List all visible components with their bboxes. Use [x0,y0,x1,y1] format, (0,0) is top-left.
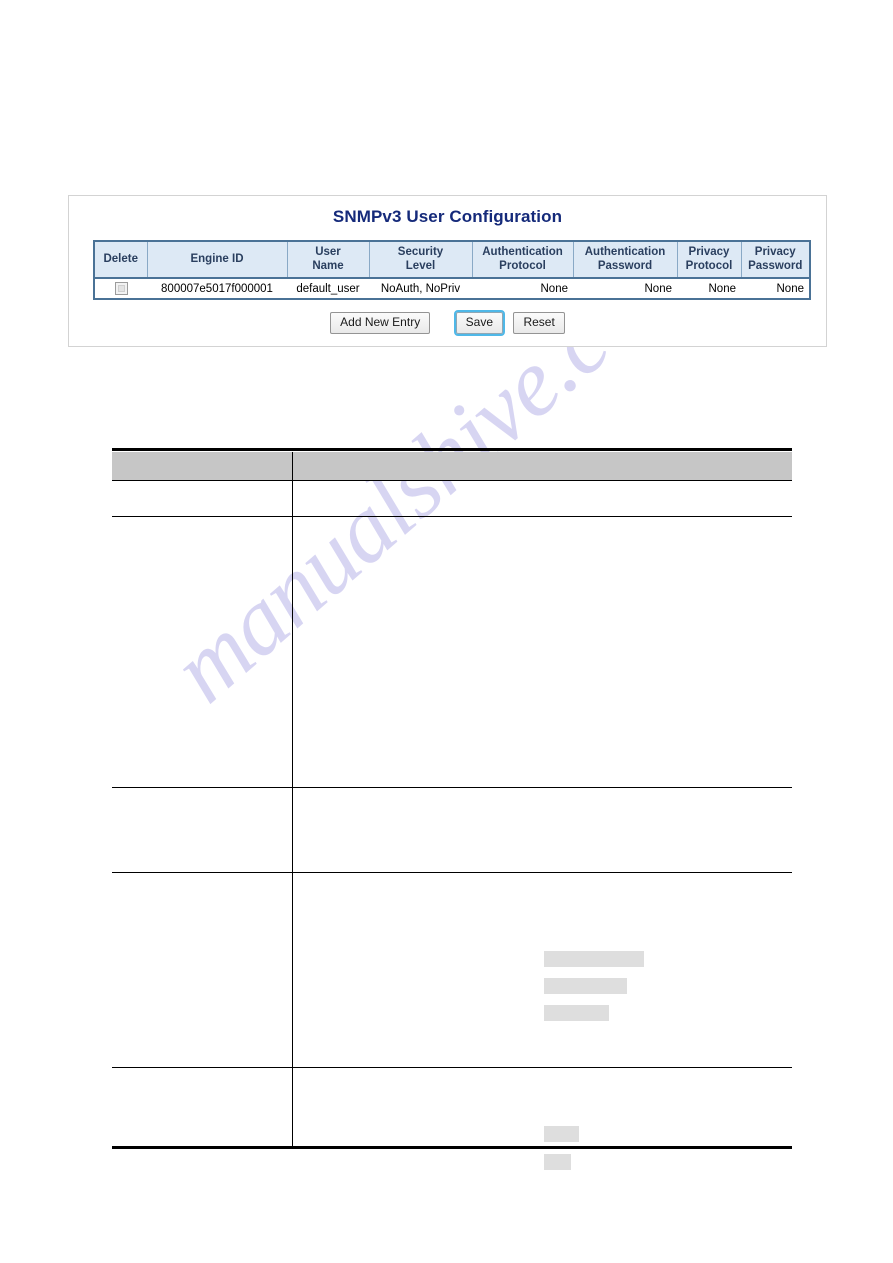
column-header-privacy-protocol-line2: Protocol [685,259,733,272]
column-header-privacy-password: Privacy Password [741,241,810,280]
row-description-cell [293,517,792,787]
column-header-user-name: User Name [287,241,370,280]
reset-button[interactable]: Reset [513,312,565,334]
redacted-placeholder-bar [544,978,627,994]
column-header-engine-id: Engine ID [147,241,288,280]
column-header-user-name-line2: Name [312,259,344,272]
row-object-cell [112,517,293,787]
row-description-cell [293,481,792,516]
row-description-cell [293,873,792,1067]
redacted-placeholder-bar [544,951,644,967]
cell-auth-password: None [573,278,677,300]
column-header-engine-id-line1: Engine ID [190,252,244,265]
row-object-cell [112,1068,293,1146]
column-header-privacy-password-line1: Privacy [754,246,796,258]
description-table-header-row [112,452,792,481]
redacted-placeholder-bar [544,1154,571,1170]
cell-privacy-password: None [741,278,810,300]
row-object-cell [112,873,293,1067]
cell-security-level: NoAuth, NoPriv [369,278,472,300]
button-bar: Add New Entry Save Reset [69,310,826,336]
column-header-auth-protocol: Authentication Protocol [472,241,574,280]
redacted-placeholder-bar [544,1126,579,1142]
row-description-cell [293,788,792,872]
cell-privacy-protocol: None [677,278,741,300]
snmpv3-user-configuration-panel: SNMPv3 User Configuration Delete Engine … [68,195,827,347]
table-row [112,873,792,1068]
delete-checkbox[interactable] [114,282,128,296]
cell-user-name[interactable]: default_user [287,278,369,300]
snmpv3-user-table-container: Delete Engine ID User Name Security Leve… [93,240,811,301]
table-header-row: Delete Engine ID User Name Security Leve… [94,241,810,280]
column-header-auth-protocol-line1: Authentication [482,246,563,258]
table-row [112,481,792,517]
column-header-delete: Delete [94,241,148,280]
redacted-placeholder-group [544,1126,579,1182]
column-header-auth-password-line2: Password [597,259,653,272]
row-object-cell [112,788,293,872]
table-row [112,1068,792,1170]
redacted-placeholder-bar [544,1005,609,1021]
cell-engine-id: 800007e5017f000001 [147,278,287,300]
column-header-security-level: Security Level [369,241,473,280]
column-header-privacy-password-line2: Password [748,259,803,272]
cell-delete [94,278,147,300]
page-title: SNMPv3 User Configuration [332,207,563,226]
table-top-rule [112,448,792,451]
column-header-security-level-line2: Level [405,259,436,272]
table-row [112,517,792,788]
description-header-object [112,452,293,480]
column-header-privacy-protocol-line1: Privacy [688,246,730,258]
column-header-auth-password-line1: Authentication [584,246,666,258]
row-object-cell [112,481,293,516]
column-header-delete-line1: Delete [103,252,139,265]
row-description-cell [293,1068,792,1170]
description-header-description [293,452,792,480]
column-header-auth-password: Authentication Password [573,241,678,280]
description-table [112,448,792,1170]
snmpv3-user-table: Delete Engine ID User Name Security Leve… [93,240,811,301]
save-button[interactable]: Save [453,310,506,336]
redacted-placeholder-group [544,951,644,1032]
cell-auth-protocol: None [472,278,573,300]
column-header-auth-protocol-line2: Protocol [499,259,546,272]
table-row: 800007e5017f000001 default_user NoAuth, … [94,278,810,300]
column-header-user-name-line1: User [315,246,341,258]
column-header-privacy-protocol: Privacy Protocol [677,241,742,280]
add-new-entry-button[interactable]: Add New Entry [330,312,431,334]
table-row [112,788,792,873]
column-header-security-level-line1: Security [397,246,444,258]
